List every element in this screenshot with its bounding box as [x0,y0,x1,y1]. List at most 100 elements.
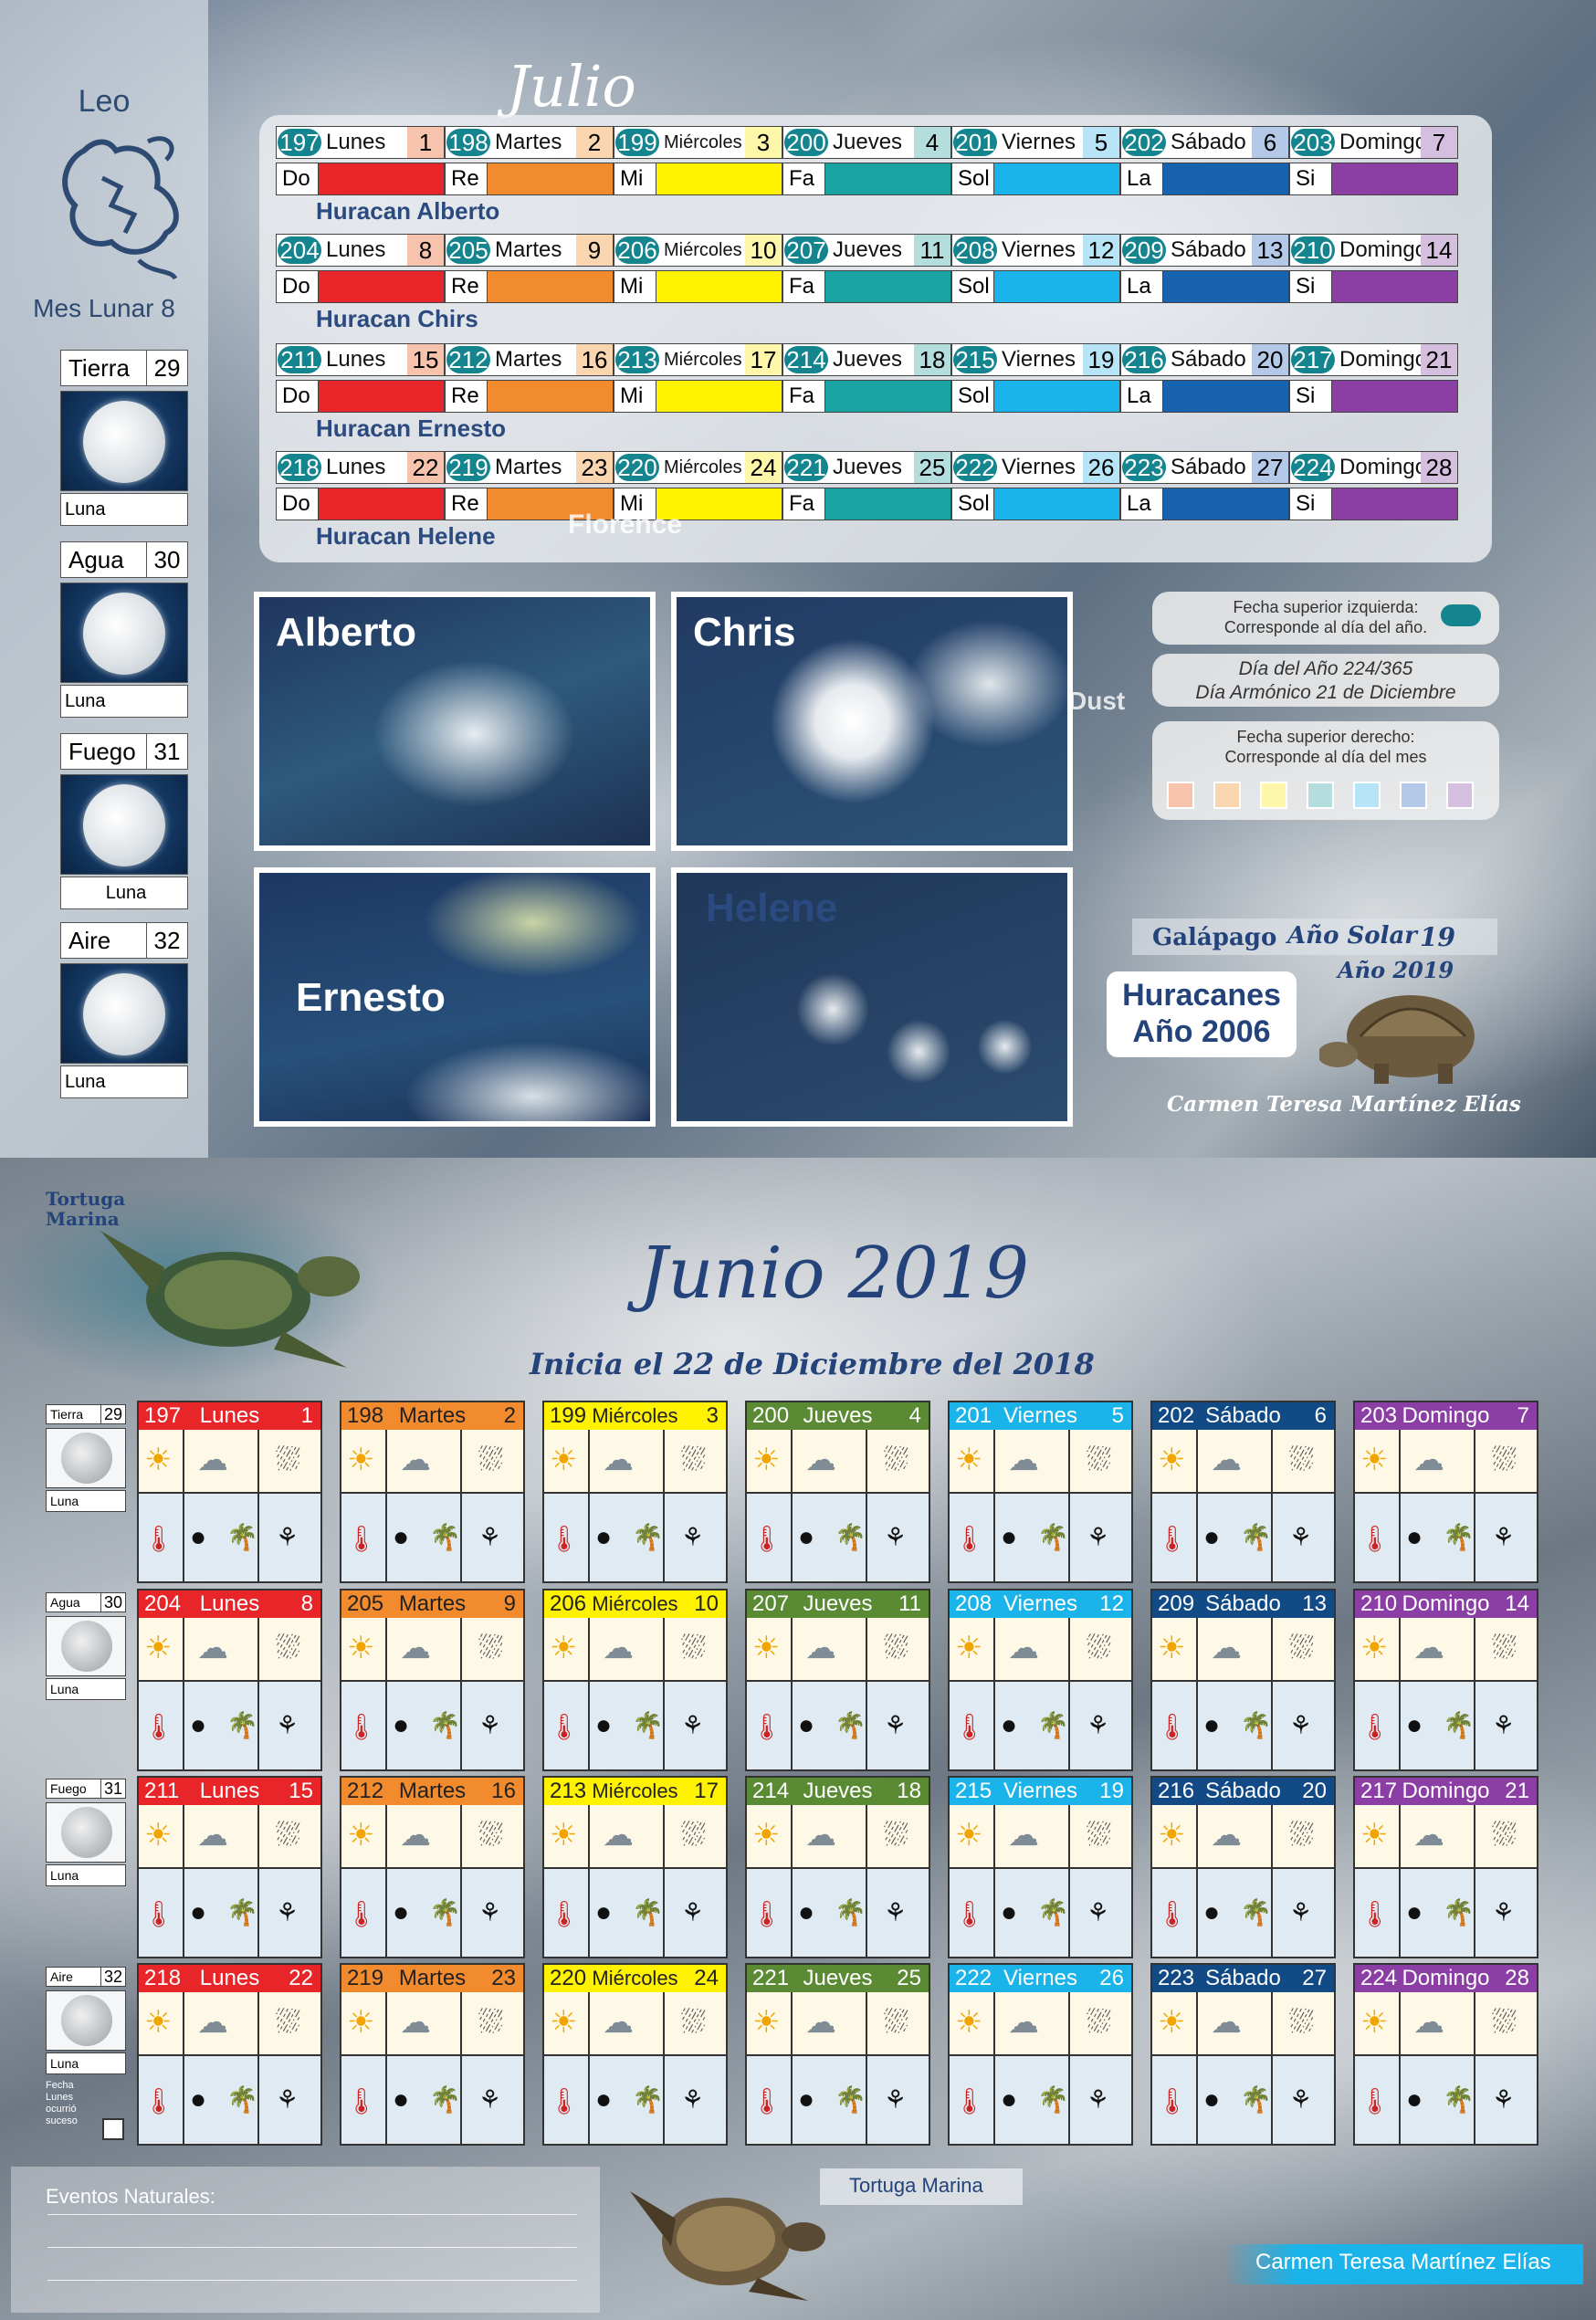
rain-icon[interactable]: ⛆ [276,1820,300,1851]
rain-icon[interactable]: ⛆ [276,1444,300,1475]
new-moon-icon[interactable]: ● [190,2086,206,2114]
rain-icon[interactable]: ⛆ [1289,1444,1314,1475]
thermometer-sun-icon[interactable]: 🌡 [345,2089,378,2115]
july-day-cell[interactable]: 218 Lunes 22 [276,451,445,484]
cloud-icon[interactable]: ☁ [805,1632,836,1664]
palm-tree-icon[interactable]: 🌴 [429,2087,461,2113]
july-day-cell[interactable]: 207 Jueves 11 [782,234,951,267]
july-day-cell[interactable]: 206 Miércoles 10 [614,234,782,267]
wind-palm-icon[interactable]: ⚘ [1087,1713,1109,1738]
sun-icon[interactable]: ☀ [1360,1444,1388,1475]
june-day-cell[interactable]: 205 Martes 9 ☀ ☁ ⛆ 🌡 ● 🌴 ⚘ [340,1589,525,1771]
wind-palm-icon[interactable]: ⚘ [276,1525,299,1550]
july-day-cell[interactable]: 220 Miércoles 24 [614,451,782,484]
new-moon-icon[interactable]: ● [798,1899,814,1926]
wind-palm-icon[interactable]: ⚘ [478,1713,501,1738]
new-moon-icon[interactable]: ● [1203,1712,1220,1739]
june-day-cell[interactable]: 213 Miércoles 17 ☀ ☁ ⛆ 🌡 ● 🌴 ⚘ [542,1776,728,1958]
new-moon-icon[interactable]: ● [1406,2086,1423,2114]
thermometer-sun-icon[interactable]: 🌡 [751,1902,783,1927]
new-moon-icon[interactable]: ● [393,2086,409,2114]
palm-tree-icon[interactable]: 🌴 [226,1900,258,1926]
sun-icon[interactable]: ☀ [1158,1632,1185,1664]
wind-palm-icon[interactable]: ⚘ [681,1525,704,1550]
thermometer-sun-icon[interactable]: 🌡 [1359,2089,1391,2115]
palm-tree-icon[interactable]: 🌴 [1240,1900,1272,1926]
thermometer-sun-icon[interactable]: 🌡 [548,1902,581,1927]
june-day-cell[interactable]: 223 Sábado 27 ☀ ☁ ⛆ 🌡 ● 🌴 ⚘ [1150,1963,1336,2146]
july-day-cell[interactable]: 208 Viernes 12 [951,234,1120,267]
palm-tree-icon[interactable]: 🌴 [1037,2087,1069,2113]
june-day-cell[interactable]: 208 Viernes 12 ☀ ☁ ⛆ 🌡 ● 🌴 ⚘ [948,1589,1133,1771]
rain-icon[interactable]: ⛆ [681,1820,706,1851]
sun-icon[interactable]: ☀ [1360,1632,1388,1664]
rain-icon[interactable]: ⛆ [884,1820,908,1851]
june-day-cell[interactable]: 201 Viernes 5 ☀ ☁ ⛆ 🌡 ● 🌴 ⚘ [948,1401,1133,1583]
rain-icon[interactable]: ⛆ [884,1444,908,1475]
wind-palm-icon[interactable]: ⚘ [276,1900,299,1926]
sun-icon[interactable]: ☀ [144,2007,172,2038]
thermometer-sun-icon[interactable]: 🌡 [548,2089,581,2115]
july-day-cell[interactable]: 201 Viernes 5 [951,126,1120,159]
thermometer-sun-icon[interactable]: 🌡 [142,2089,175,2115]
june-day-cell[interactable]: 220 Miércoles 24 ☀ ☁ ⛆ 🌡 ● 🌴 ⚘ [542,1963,728,2146]
wind-palm-icon[interactable]: ⚘ [884,1900,907,1926]
thermometer-sun-icon[interactable]: 🌡 [751,2089,783,2115]
new-moon-icon[interactable]: ● [190,1524,206,1551]
wind-palm-icon[interactable]: ⚘ [884,1713,907,1738]
july-day-cell[interactable]: 205 Martes 9 [445,234,614,267]
palm-tree-icon[interactable]: 🌴 [429,1525,461,1550]
palm-tree-icon[interactable]: 🌴 [1443,1900,1475,1926]
cloud-icon[interactable]: ☁ [603,1444,634,1475]
rain-icon[interactable]: ⛆ [1087,1632,1111,1664]
new-moon-icon[interactable]: ● [595,1524,612,1551]
july-day-cell[interactable]: 203 Domingo 7 [1289,126,1458,159]
new-moon-icon[interactable]: ● [595,1899,612,1926]
new-moon-icon[interactable]: ● [190,1712,206,1739]
cloud-icon[interactable]: ☁ [1413,1632,1444,1664]
palm-tree-icon[interactable]: 🌴 [835,1713,866,1738]
palm-tree-icon[interactable]: 🌴 [429,1713,461,1738]
thermometer-sun-icon[interactable]: 🌡 [1156,2089,1189,2115]
thermometer-sun-icon[interactable]: 🌡 [142,1902,175,1927]
palm-tree-icon[interactable]: 🌴 [632,1713,664,1738]
july-day-cell[interactable]: 219 Martes 23 [445,451,614,484]
new-moon-icon[interactable]: ● [1203,1524,1220,1551]
new-moon-icon[interactable]: ● [393,1899,409,1926]
palm-tree-icon[interactable]: 🌴 [429,1900,461,1926]
july-day-cell[interactable]: 215 Viernes 19 [951,343,1120,376]
new-moon-icon[interactable]: ● [1001,1899,1017,1926]
sun-icon[interactable]: ☀ [144,1444,172,1475]
cloud-icon[interactable]: ☁ [400,1444,431,1475]
cloud-icon[interactable]: ☁ [805,2007,836,2038]
july-day-cell[interactable]: 210 Domingo 14 [1289,234,1458,267]
rain-icon[interactable]: ⛆ [276,2007,300,2038]
july-day-cell[interactable]: 214 Jueves 18 [782,343,951,376]
thermometer-sun-icon[interactable]: 🌡 [1359,1527,1391,1552]
rain-icon[interactable]: ⛆ [1492,1444,1517,1475]
july-day-cell[interactable]: 202 Sábado 6 [1120,126,1289,159]
thermometer-sun-icon[interactable]: 🌡 [1156,1902,1189,1927]
rain-icon[interactable]: ⛆ [478,1820,503,1851]
new-moon-icon[interactable]: ● [1406,1712,1423,1739]
july-day-cell[interactable]: 198 Martes 2 [445,126,614,159]
sun-icon[interactable]: ☀ [955,2007,982,2038]
palm-tree-icon[interactable]: 🌴 [226,1713,258,1738]
wind-palm-icon[interactable]: ⚘ [276,1713,299,1738]
thermometer-sun-icon[interactable]: 🌡 [548,1715,581,1740]
wind-palm-icon[interactable]: ⚘ [1492,1713,1515,1738]
cloud-icon[interactable]: ☁ [805,1444,836,1475]
rain-icon[interactable]: ⛆ [681,1444,706,1475]
july-day-cell[interactable]: 211 Lunes 15 [276,343,445,376]
june-day-cell[interactable]: 206 Miércoles 10 ☀ ☁ ⛆ 🌡 ● 🌴 ⚘ [542,1589,728,1771]
june-day-cell[interactable]: 200 Jueves 4 ☀ ☁ ⛆ 🌡 ● 🌴 ⚘ [745,1401,930,1583]
july-day-cell[interactable]: 209 Sábado 13 [1120,234,1289,267]
wind-palm-icon[interactable]: ⚘ [478,1525,501,1550]
july-day-cell[interactable]: 212 Martes 16 [445,343,614,376]
wind-palm-icon[interactable]: ⚘ [478,2087,501,2113]
june-day-cell[interactable]: 211 Lunes 15 ☀ ☁ ⛆ 🌡 ● 🌴 ⚘ [137,1776,322,1958]
june-day-cell[interactable]: 215 Viernes 19 ☀ ☁ ⛆ 🌡 ● 🌴 ⚘ [948,1776,1133,1958]
occurred-checkbox[interactable] [102,2118,124,2140]
sun-icon[interactable]: ☀ [1360,1820,1388,1851]
july-day-cell[interactable]: 223 Sábado 27 [1120,451,1289,484]
